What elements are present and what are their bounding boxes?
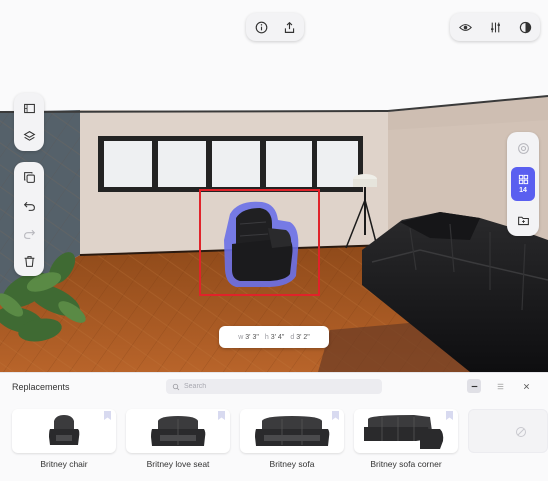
sofa-corner-thumbnail <box>364 415 444 449</box>
layers-icon[interactable] <box>18 125 40 147</box>
bookmark-icon[interactable] <box>446 411 453 420</box>
list-view-icon[interactable] <box>493 379 507 393</box>
undo-icon[interactable] <box>18 194 40 216</box>
adjust-icon[interactable] <box>484 16 506 38</box>
catalog-count: 14 <box>519 187 527 194</box>
dimension-width: w 3' 3" <box>238 333 259 341</box>
duplicate-icon[interactable] <box>18 166 40 188</box>
search-field[interactable] <box>166 379 382 394</box>
dimension-depth: d 3' 2" <box>290 333 310 341</box>
replacement-label-sofa: Britney sofa <box>269 459 315 469</box>
floorplan-icon[interactable] <box>18 97 40 119</box>
replacement-label-chair: Britney chair <box>40 459 88 469</box>
bookmark-icon[interactable] <box>218 411 225 420</box>
replacement-card-sofa-corner[interactable] <box>354 409 458 453</box>
room-planner-app: 14 w3' 3" h3' 4" d3' 2" Replacements <box>0 0 548 481</box>
replacement-card-placeholder[interactable] <box>468 409 548 453</box>
replacements-panel: Replacements Britney chair <box>0 372 548 481</box>
chair-thumbnail <box>49 415 80 445</box>
search-input[interactable] <box>184 383 364 390</box>
eye-icon[interactable] <box>454 16 476 38</box>
panel-title: Replacements <box>12 382 70 392</box>
replacement-card-love-seat[interactable] <box>126 409 230 453</box>
top-center-toolbar <box>246 13 304 41</box>
dimensions-readout: w 3' 3" h 3' 4" d 3' 2" <box>219 326 329 348</box>
info-icon[interactable] <box>250 16 272 38</box>
catalog-button[interactable]: 14 <box>511 167 535 201</box>
top-right-toolbar <box>450 13 540 41</box>
minimize-icon[interactable] <box>467 379 481 393</box>
room-3d-viewport[interactable] <box>0 0 548 372</box>
trash-icon[interactable] <box>18 250 40 272</box>
sofa-thumbnail <box>255 416 330 446</box>
replacement-card-sofa[interactable] <box>240 409 344 453</box>
left-toolbar-edit <box>14 162 44 276</box>
share-icon[interactable] <box>278 16 300 38</box>
replacement-label-sofa-corner: Britney sofa corner <box>370 459 442 469</box>
replacement-label-love-seat: Britney love seat <box>146 459 210 469</box>
love-seat-thumbnail <box>151 416 206 446</box>
dimension-height: h 3' 4" <box>264 333 285 341</box>
close-icon[interactable] <box>519 379 533 393</box>
bookmark-icon[interactable] <box>332 411 339 420</box>
redo-icon[interactable] <box>18 222 40 244</box>
folder-icon[interactable] <box>512 209 534 231</box>
replacement-card-chair[interactable] <box>12 409 116 453</box>
bookmark-icon[interactable] <box>104 411 111 420</box>
placeholder-icon <box>516 427 526 437</box>
search-icon <box>172 383 180 390</box>
left-toolbar-view <box>14 93 44 151</box>
grid-icon <box>518 174 528 185</box>
right-toolbar: 14 <box>507 132 539 236</box>
contrast-icon[interactable] <box>514 16 536 38</box>
camera-icon[interactable] <box>512 137 534 159</box>
